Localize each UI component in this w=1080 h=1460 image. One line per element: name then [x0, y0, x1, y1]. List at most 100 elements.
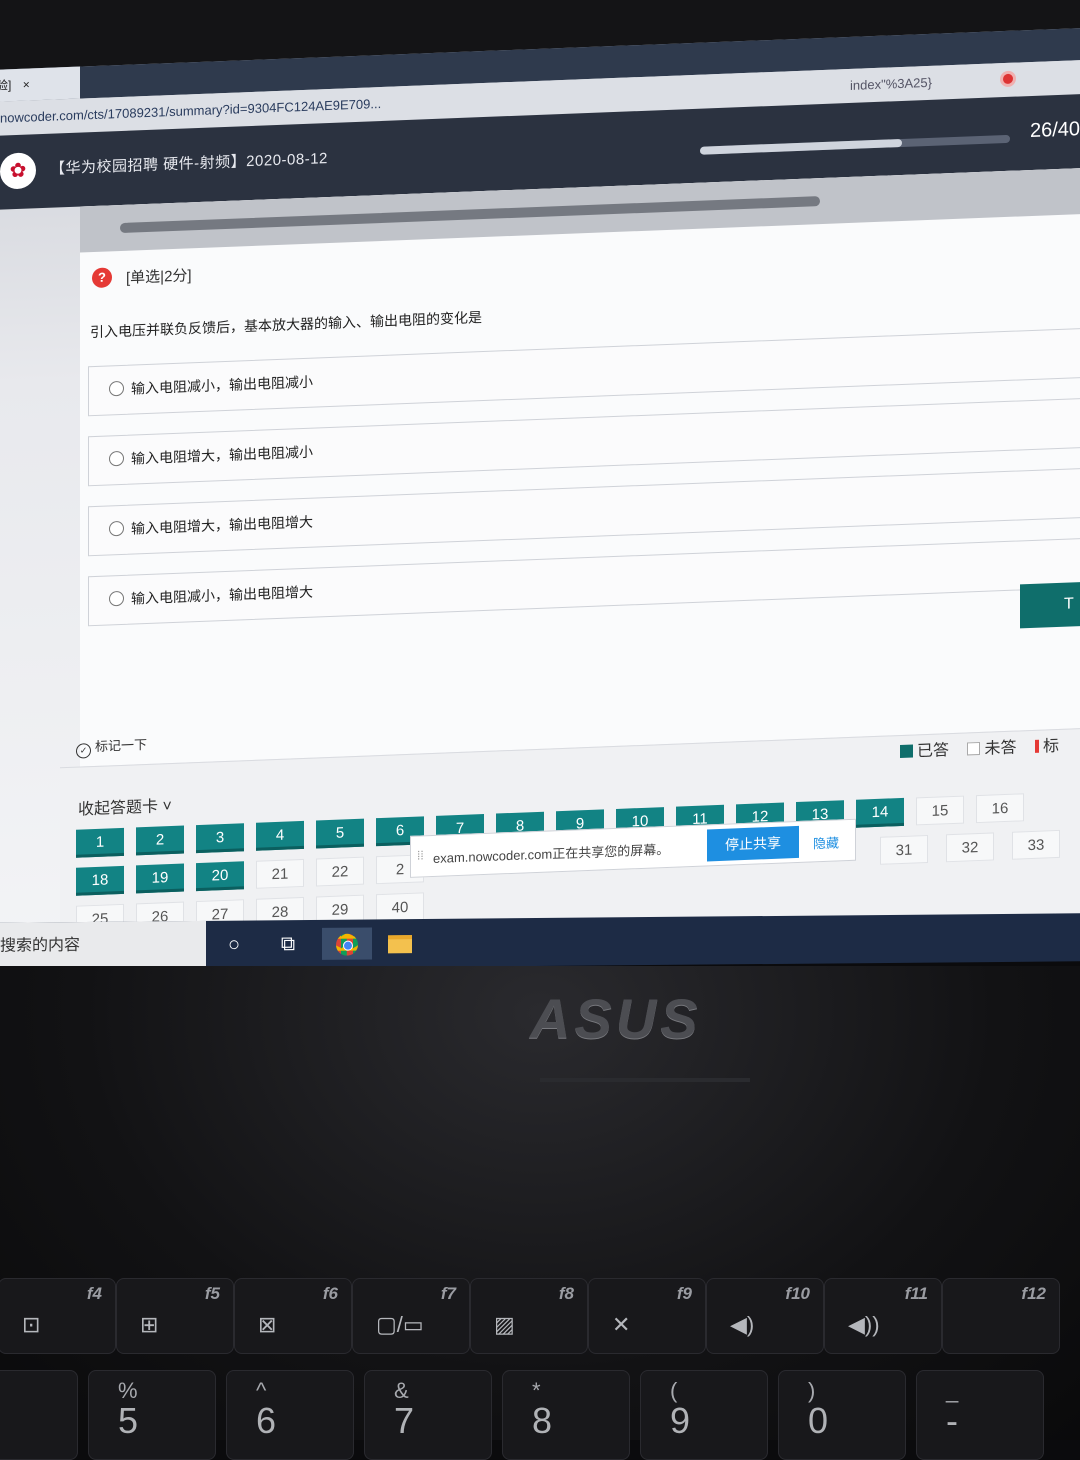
- key-symbol-icon: ⊡: [22, 1312, 40, 1338]
- key-symbol-icon: ▢/▭: [376, 1312, 424, 1338]
- question-number-4[interactable]: 4: [256, 821, 304, 851]
- hide-link[interactable]: 隐藏: [813, 832, 839, 852]
- key-f4: f4 ⊡: [0, 1278, 116, 1354]
- question-number-33[interactable]: 33: [1012, 830, 1060, 860]
- key-fn-label: f11: [905, 1284, 928, 1304]
- key-f6: f6 ⊠: [234, 1278, 352, 1354]
- key-7: &7: [364, 1370, 492, 1460]
- radio-icon[interactable]: [109, 591, 124, 607]
- key-symbol-icon: ◀): [730, 1312, 754, 1338]
- next-button[interactable]: T: [1020, 581, 1080, 628]
- hinge: [540, 1078, 750, 1082]
- legend-marked: 标: [1021, 738, 1059, 756]
- progress-bar: [700, 135, 1010, 155]
- key-f5: f5 ⊞: [116, 1278, 234, 1354]
- mark-toggle[interactable]: ✓标记一下: [76, 734, 147, 759]
- question-type: [单选|2分]: [126, 264, 192, 288]
- key-fn-label: f9: [677, 1284, 692, 1304]
- question-number-22[interactable]: 22: [316, 857, 364, 887]
- key-4: $4: [0, 1370, 78, 1460]
- question-number-20[interactable]: 20: [196, 861, 244, 891]
- question-icon: ?: [92, 267, 112, 288]
- key-f12: f12: [942, 1278, 1060, 1354]
- browser-tab[interactable]: 验] ×: [0, 67, 80, 102]
- key-symbol-icon: ✕: [612, 1312, 630, 1338]
- question-card: ? [单选|2分] 引入电压并联负反馈后，基本放大器的输入、输出电阻的变化是 输…: [80, 167, 1080, 767]
- key-main-label: 6: [256, 1400, 276, 1442]
- key-main-label: 9: [670, 1400, 690, 1442]
- monitor-screen: 验] × nowcoder.com/cts/17089231/summary?i…: [0, 0, 1080, 960]
- question-number-14[interactable]: 14: [856, 798, 904, 828]
- url-text: nowcoder.com/cts/17089231/summary?id=930…: [0, 96, 381, 126]
- question-text: 引入电压并联负反馈后，基本放大器的输入、输出电阻的变化是: [90, 307, 482, 342]
- question-number-32[interactable]: 32: [946, 832, 994, 862]
- key-f8: f8 ▨: [470, 1278, 588, 1354]
- share-message: exam.nowcoder.com正在共享您的屏幕。: [433, 839, 669, 867]
- key-main-label: 8: [532, 1400, 552, 1442]
- exam-title: 【华为校园招聘 硬件-射频】2020-08-12: [50, 147, 328, 179]
- key-fn-label: f6: [323, 1284, 338, 1304]
- mark-label: 标记一下: [95, 737, 147, 754]
- key-8: *8: [502, 1370, 630, 1460]
- question-number-15[interactable]: 15: [916, 796, 964, 826]
- question-number-40[interactable]: 40: [376, 892, 424, 922]
- url-tail: index"%3A25}: [850, 66, 932, 103]
- key-f7: f7 ▢/▭: [352, 1278, 470, 1354]
- key-6: ^6: [226, 1370, 354, 1460]
- stop-sharing-button[interactable]: 停止共享: [707, 826, 799, 862]
- file-explorer-icon[interactable]: [380, 927, 420, 959]
- question-number-19[interactable]: 19: [136, 864, 184, 894]
- huawei-logo-icon: ✿: [0, 152, 36, 189]
- windows-taskbar: 搜索的内容 ○ ⧉: [0, 913, 1080, 970]
- legend-unanswered: 未答: [953, 740, 1016, 759]
- legend-answered: 已答: [900, 742, 949, 761]
- question-number-16[interactable]: 16: [976, 793, 1024, 823]
- key-f9: f9 ✕: [588, 1278, 706, 1354]
- key-0: )0: [778, 1370, 906, 1460]
- progress-fill: [700, 139, 902, 155]
- key-fn-label: f7: [441, 1284, 456, 1304]
- key-fn-label: f10: [785, 1284, 810, 1304]
- collapse-answer-card-button[interactable]: 收起答题卡 ˅: [78, 792, 172, 820]
- brand-logo: ASUS: [530, 986, 702, 1051]
- key-9: (9: [640, 1370, 768, 1460]
- key--: _-: [916, 1370, 1044, 1460]
- key-fn-label: f8: [559, 1284, 574, 1304]
- close-icon[interactable]: ×: [23, 77, 30, 91]
- key-symbol-icon: ⊞: [140, 1312, 158, 1338]
- key-symbol-icon: ◀)): [848, 1312, 880, 1338]
- radio-icon[interactable]: [109, 521, 124, 537]
- location-icon[interactable]: [1000, 71, 1016, 88]
- question-number-31[interactable]: 31: [880, 835, 928, 865]
- cortana-icon[interactable]: ○: [214, 928, 254, 960]
- legend: 已答 未答 标: [900, 732, 1059, 762]
- key-symbol-icon: ▨: [494, 1312, 515, 1338]
- laptop-body: ASUS f4⊡f5⊞f6⊠f7▢/▭f8▨f9✕f10◀)f11◀))f12 …: [0, 966, 1080, 1440]
- question-number-21[interactable]: 21: [256, 859, 304, 889]
- key-symbol-icon: ⊠: [258, 1312, 276, 1338]
- key-fn-label: f5: [205, 1284, 220, 1304]
- chrome-icon[interactable]: [322, 927, 372, 959]
- radio-icon[interactable]: [109, 381, 124, 397]
- drag-handle-icon[interactable]: ⁞⁞: [417, 848, 424, 862]
- progress-text: 26/40: [1030, 118, 1080, 143]
- question-number-5[interactable]: 5: [316, 819, 364, 849]
- key-fn-label: f4: [87, 1284, 102, 1304]
- option-label: 输入电阻增大，输出电阻减小: [131, 442, 313, 469]
- question-number-2[interactable]: 2: [136, 826, 184, 856]
- key-5: %5: [88, 1370, 216, 1460]
- key-fn-label: f12: [1021, 1284, 1046, 1304]
- question-number-1[interactable]: 1: [76, 828, 124, 858]
- radio-icon[interactable]: [109, 451, 124, 467]
- flag-icon: ✓: [76, 743, 91, 759]
- option-label: 输入电阻减小，输出电阻增大: [131, 582, 313, 609]
- taskbar-search-input[interactable]: 搜索的内容: [0, 921, 206, 971]
- option-label: 输入电阻减小，输出电阻减小: [131, 372, 313, 399]
- question-number-3[interactable]: 3: [196, 823, 244, 853]
- key-f10: f10 ◀): [706, 1278, 824, 1354]
- option-a[interactable]: 输入电阻减小，输出电阻减小: [88, 327, 1080, 417]
- option-label: 输入电阻增大，输出电阻增大: [131, 512, 313, 539]
- key-main-label: 0: [808, 1400, 828, 1442]
- task-view-icon[interactable]: ⧉: [268, 928, 308, 960]
- question-number-18[interactable]: 18: [76, 866, 124, 896]
